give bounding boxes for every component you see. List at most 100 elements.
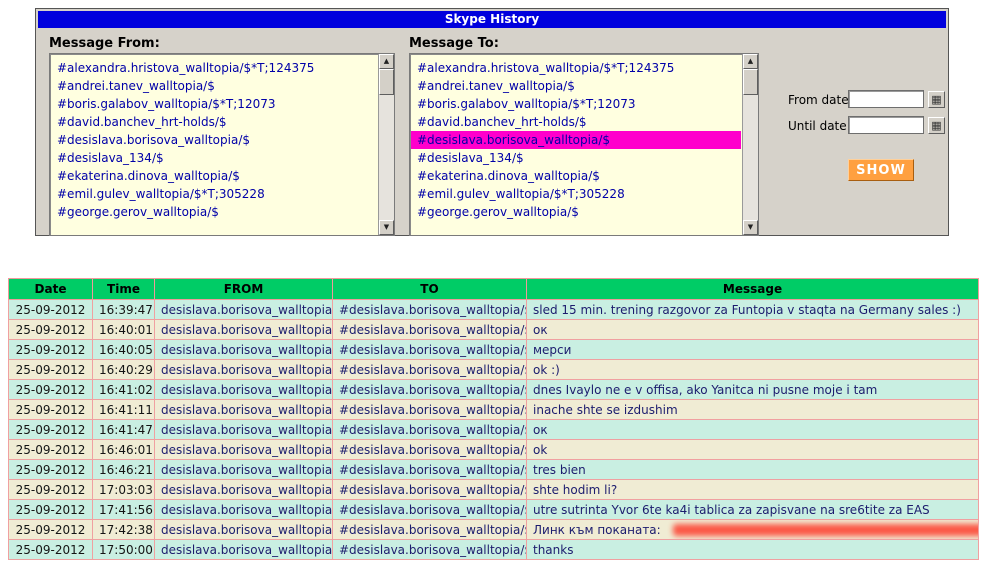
table-row: 25-09-2012 17:42:38 desislava.borisova_wal… — [8, 519, 979, 540]
scrollbar-track[interactable] — [743, 69, 758, 220]
redacted-content — [672, 524, 978, 536]
cell-to: #desislava.borisova_walltopia/$ — [332, 379, 527, 400]
list-item[interactable]: #emil.gulev_walltopia/$*T;305228 — [51, 185, 377, 203]
list-item[interactable]: #desislava.borisova_walltopia/$ — [411, 131, 741, 149]
cell-date: 25-09-2012 — [8, 299, 93, 320]
list-item[interactable]: #alexandra.hristova_walltopia/$*T;124375 — [411, 59, 741, 77]
cell-message: ok — [526, 439, 979, 460]
cell-from: desislava.borisova_walltopia — [154, 539, 333, 560]
from-scrollbar[interactable]: ▲ ▼ — [378, 54, 394, 235]
cell-to: #desislava.borisova_walltopia/$ — [332, 519, 527, 540]
list-item[interactable]: #boris.galabov_walltopia/$*T;12073 — [51, 95, 377, 113]
cell-to: #desislava.borisova_walltopia/$ — [332, 319, 527, 340]
cell-to: #desislava.borisova_walltopia/$ — [332, 499, 527, 520]
cell-message: ok :) — [526, 359, 979, 380]
cell-time: 17:50:00 — [92, 539, 155, 560]
cell-to: #desislava.borisova_walltopia/$ — [332, 439, 527, 460]
list-item[interactable]: #george.gerov_walltopia/$ — [51, 203, 377, 221]
cell-from: desislava.borisova_walltopia — [154, 419, 333, 440]
message-to-listbox[interactable]: #alexandra.hristova_walltopia/$*T;124375… — [409, 53, 759, 236]
cell-date: 25-09-2012 — [8, 419, 93, 440]
cell-to: #desislava.borisova_walltopia/$ — [332, 419, 527, 440]
list-item[interactable]: #boris.galabov_walltopia/$*T;12073 — [411, 95, 741, 113]
from-date-label: From date: — [788, 93, 853, 107]
cell-from: desislava.borisova_walltopia — [154, 459, 333, 480]
history-table: Date Time FROM TO Message 25-09-2012 16:39:47… — [8, 278, 979, 560]
cell-time: 16:41:11 — [92, 399, 155, 420]
cell-from: desislava.borisova_walltopia — [154, 499, 333, 520]
scroll-up-icon[interactable]: ▲ — [743, 54, 758, 69]
list-item[interactable]: #alexandra.hristova_walltopia/$*T;124375 — [51, 59, 377, 77]
show-button[interactable]: SHOW — [848, 159, 914, 181]
list-item[interactable]: #ekaterina.dinova_walltopia/$ — [411, 167, 741, 185]
cell-from: desislava.borisova_walltopia — [154, 519, 333, 540]
table-row: 25-09-2012 16:40:29 desislava.borisova_wal… — [8, 359, 979, 380]
list-item[interactable]: #desislava_134/$ — [51, 149, 377, 167]
cell-date: 25-09-2012 — [8, 519, 93, 540]
cell-to: #desislava.borisova_walltopia/$ — [332, 299, 527, 320]
cell-date: 25-09-2012 — [8, 339, 93, 360]
cell-date: 25-09-2012 — [8, 319, 93, 340]
cell-to: #desislava.borisova_walltopia/$ — [332, 359, 527, 380]
cell-message: Линк към поканата: — [526, 519, 979, 540]
cell-to: #desislava.borisova_walltopia/$ — [332, 339, 527, 360]
cell-time: 16:46:21 — [92, 459, 155, 480]
list-item[interactable]: #ekaterina.dinova_walltopia/$ — [51, 167, 377, 185]
cell-message: ок — [526, 319, 979, 340]
table-row: 25-09-2012 16:41:47 desislava.borisova_wal… — [8, 419, 979, 440]
cell-time: 16:41:47 — [92, 419, 155, 440]
window-title: Skype History — [38, 11, 946, 28]
cell-message: ок — [526, 419, 979, 440]
table-row: 25-09-2012 17:50:00 desislava.borisova_wal… — [8, 539, 979, 560]
message-from-label: Message From: — [49, 36, 160, 51]
cell-date: 25-09-2012 — [8, 359, 93, 380]
cell-date: 25-09-2012 — [8, 459, 93, 480]
cell-message: inache shte se izdushim — [526, 399, 979, 420]
calendar-icon[interactable]: ▦ — [928, 91, 945, 108]
cell-date: 25-09-2012 — [8, 439, 93, 460]
until-date-label: Until date: — [788, 119, 851, 133]
cell-message: dnes Ivaylo ne e v offisa, ako Yanitca n… — [526, 379, 979, 400]
cell-time: 16:41:02 — [92, 379, 155, 400]
cell-time: 16:40:29 — [92, 359, 155, 380]
list-item[interactable]: #desislava_134/$ — [411, 149, 741, 167]
cell-date: 25-09-2012 — [8, 379, 93, 400]
cell-time: 17:42:38 — [92, 519, 155, 540]
scroll-down-icon[interactable]: ▼ — [743, 220, 758, 235]
cell-from: desislava.borisova_walltopia — [154, 299, 333, 320]
list-item[interactable]: #david.banchev_hrt-holds/$ — [411, 113, 741, 131]
list-item[interactable]: #david.banchev_hrt-holds/$ — [51, 113, 377, 131]
cell-message: shte hodim li? — [526, 479, 979, 500]
calendar-icon[interactable]: ▦ — [928, 117, 945, 134]
until-date-input[interactable] — [848, 116, 924, 134]
cell-from: desislava.borisova_walltopia — [154, 359, 333, 380]
list-item[interactable]: #desislava.borisova_walltopia/$ — [51, 131, 377, 149]
scrollbar-thumb[interactable] — [379, 69, 394, 95]
scrollbar-thumb[interactable] — [743, 69, 758, 95]
list-item[interactable]: #george.gerov_walltopia/$ — [411, 203, 741, 221]
table-row: 25-09-2012 16:46:21 desislava.borisova_wal… — [8, 459, 979, 480]
column-header: Message — [526, 278, 979, 300]
column-header: TO — [332, 278, 527, 300]
cell-to: #desislava.borisova_walltopia/$ — [332, 479, 527, 500]
table-row: 25-09-2012 17:03:03 desislava.borisova_wal… — [8, 479, 979, 500]
cell-time: 17:03:03 — [92, 479, 155, 500]
table-row: 25-09-2012 16:40:01 desislava.borisova_wal… — [8, 319, 979, 340]
scroll-down-icon[interactable]: ▼ — [379, 220, 394, 235]
cell-to: #desislava.borisova_walltopia/$ — [332, 459, 527, 480]
list-item[interactable]: #andrei.tanev_walltopia/$ — [411, 77, 741, 95]
from-date-input[interactable] — [848, 90, 924, 108]
message-from-listbox[interactable]: #alexandra.hristova_walltopia/$*T;124375… — [49, 53, 395, 236]
list-item[interactable]: #emil.gulev_walltopia/$*T;305228 — [411, 185, 741, 203]
cell-to: #desislava.borisova_walltopia/$ — [332, 399, 527, 420]
column-header: FROM — [154, 278, 333, 300]
cell-from: desislava.borisova_walltopia — [154, 319, 333, 340]
cell-from: desislava.borisova_walltopia — [154, 379, 333, 400]
scroll-up-icon[interactable]: ▲ — [379, 54, 394, 69]
to-scrollbar[interactable]: ▲ ▼ — [742, 54, 758, 235]
cell-from: desislava.borisova_walltopia — [154, 479, 333, 500]
cell-message: sled 15 min. trening razgovor za Funtopi… — [526, 299, 979, 320]
list-item[interactable]: #andrei.tanev_walltopia/$ — [51, 77, 377, 95]
cell-date: 25-09-2012 — [8, 399, 93, 420]
scrollbar-track[interactable] — [379, 69, 394, 220]
